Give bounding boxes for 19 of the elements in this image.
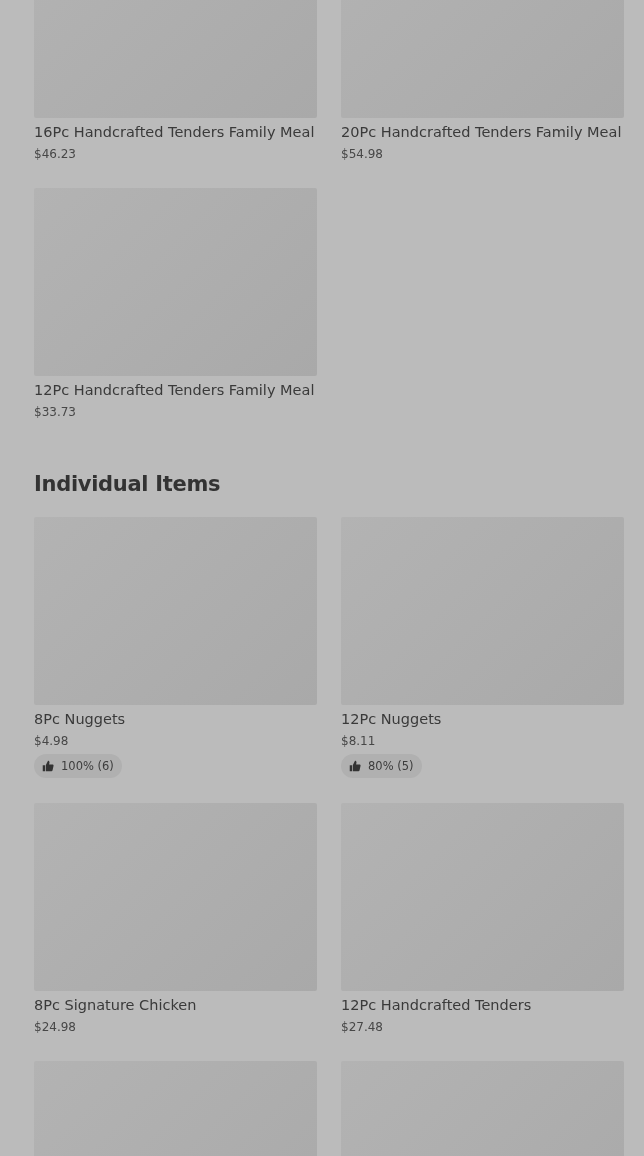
rating-text: 100% (6) (61, 759, 114, 773)
product-price: $24.98 (34, 1019, 77, 1036)
product-price: $4.98 (34, 733, 70, 750)
product-price: $54.98 (341, 146, 384, 163)
product-name[interactable]: 8Pc Signature Chicken (34, 995, 317, 1015)
product-name[interactable]: 12Pc Nuggets (341, 709, 624, 729)
product-price: $46.23 (34, 146, 77, 163)
product-name[interactable]: 20Pc Handcrafted Tenders Family Meal (341, 122, 624, 142)
thumbs-up-icon (349, 760, 361, 772)
product-price: $33.73 (34, 404, 77, 421)
thumbs-up-icon (42, 760, 54, 772)
product-price: $8.11 (341, 733, 377, 750)
product-price: $27.48 (341, 1019, 384, 1036)
product-name[interactable]: 12Pc Handcrafted Tenders (341, 995, 624, 1015)
product-name[interactable]: 12Pc Handcrafted Tenders Family Meal (34, 380, 317, 400)
rating-text: 80% (5) (368, 759, 414, 773)
product-name[interactable]: 16Pc Handcrafted Tenders Family Meal (34, 122, 317, 142)
product-name[interactable]: 8Pc Nuggets (34, 709, 317, 729)
section-heading: Individual Items (34, 471, 222, 498)
